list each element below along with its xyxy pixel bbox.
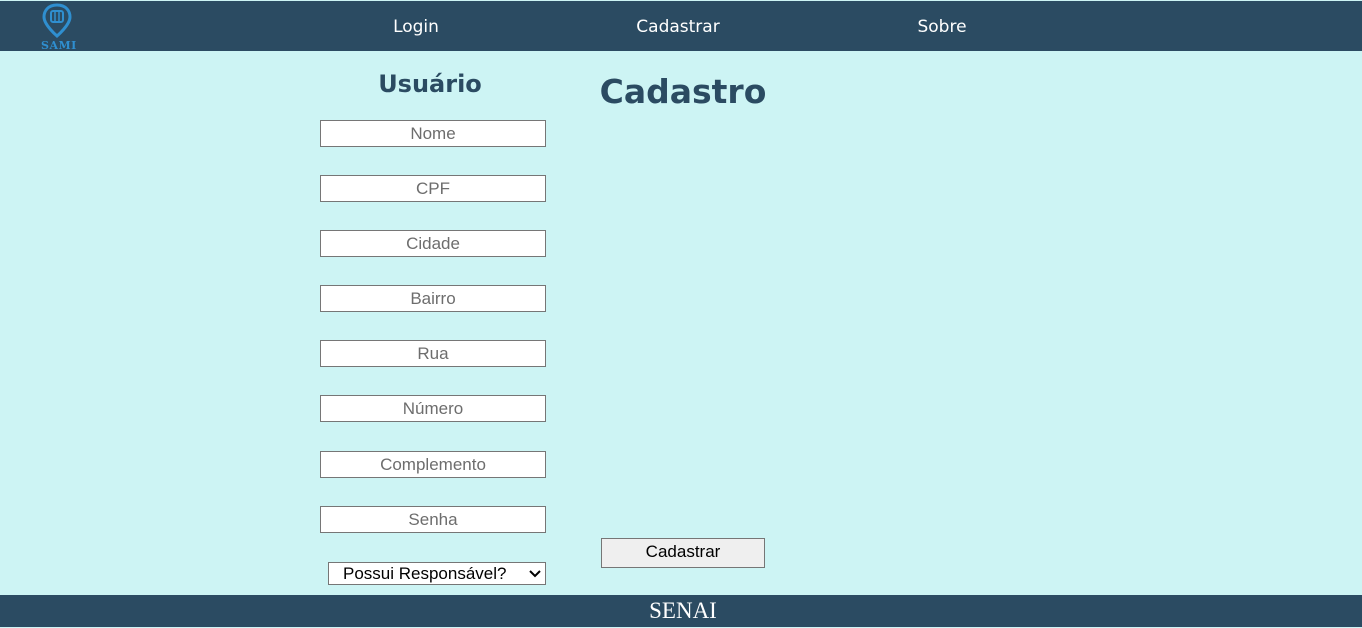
location-pin-icon (42, 3, 72, 38)
cadastrar-button[interactable]: Cadastrar (601, 538, 765, 568)
nome-field[interactable] (320, 120, 546, 147)
bairro-field[interactable] (320, 285, 546, 312)
senha-field[interactable] (320, 506, 546, 533)
nav-cadastrar-link[interactable]: Cadastrar (628, 17, 728, 37)
responsavel-select-value: Possui Responsável? (343, 564, 507, 583)
section-title: Usuário (378, 70, 482, 98)
nav-login-link[interactable]: Login (380, 17, 452, 37)
logo-text: SAMI (41, 39, 77, 52)
cpf-field[interactable] (320, 175, 546, 202)
page-title: Cadastro (599, 72, 767, 111)
navbar: SAMI Login Cadastrar Sobre (0, 1, 1362, 52)
complemento-field[interactable] (320, 451, 546, 478)
numero-field[interactable] (320, 395, 546, 422)
chevron-down-icon (529, 570, 541, 578)
nav-sobre-link[interactable]: Sobre (904, 17, 980, 37)
responsavel-select[interactable]: Possui Responsável? (328, 562, 546, 585)
page: SAMI Login Cadastrar Sobre Usuário Cadas… (0, 0, 1362, 628)
logo[interactable]: SAMI (38, 3, 78, 52)
footer-text: SENAI (649, 598, 717, 623)
cidade-field[interactable] (320, 230, 546, 257)
footer: SENAI (0, 595, 1362, 627)
rua-field[interactable] (320, 340, 546, 367)
